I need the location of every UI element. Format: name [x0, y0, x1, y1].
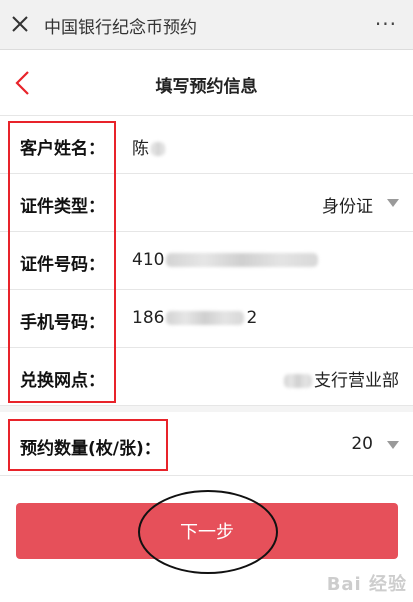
redacted-name — [151, 142, 165, 156]
redacted-id-number — [166, 253, 319, 267]
next-step-button[interactable]: 下一步 — [16, 503, 398, 559]
app-titlebar: 中国银行纪念币预约 ··· — [0, 0, 413, 50]
quantity-select[interactable]: 20 — [351, 434, 373, 454]
page-header: 填写预约信息 — [0, 50, 413, 116]
redacted-phone — [166, 311, 245, 325]
phone-value-prefix: 186 — [132, 308, 165, 328]
id-number-value: 410 — [132, 250, 165, 270]
watermark: Bai 经验 — [326, 574, 407, 595]
page-title: 填写预约信息 — [155, 77, 258, 97]
branch-select[interactable]: 支行营业部 — [282, 366, 399, 391]
phone-value-suffix: 2 — [246, 308, 258, 328]
more-icon[interactable]: ··· — [375, 12, 397, 36]
annotation-box-fields — [8, 121, 116, 403]
redacted-branch — [284, 374, 312, 388]
window-title: 中国银行纪念币预约 — [44, 18, 197, 38]
quantity-dropdown-icon[interactable] — [387, 441, 399, 449]
close-icon[interactable] — [10, 14, 30, 34]
id-type-dropdown-icon[interactable] — [387, 199, 399, 207]
id-number-field[interactable]: 410 — [132, 250, 320, 270]
customer-name-value: 陈 — [132, 139, 149, 159]
id-type-select[interactable]: 身份证 — [322, 192, 373, 217]
branch-value: 支行营业部 — [314, 371, 399, 391]
customer-name-field[interactable]: 陈 — [132, 134, 167, 159]
annotation-box-quantity — [8, 419, 168, 471]
phone-field[interactable]: 186 2 — [132, 308, 257, 328]
